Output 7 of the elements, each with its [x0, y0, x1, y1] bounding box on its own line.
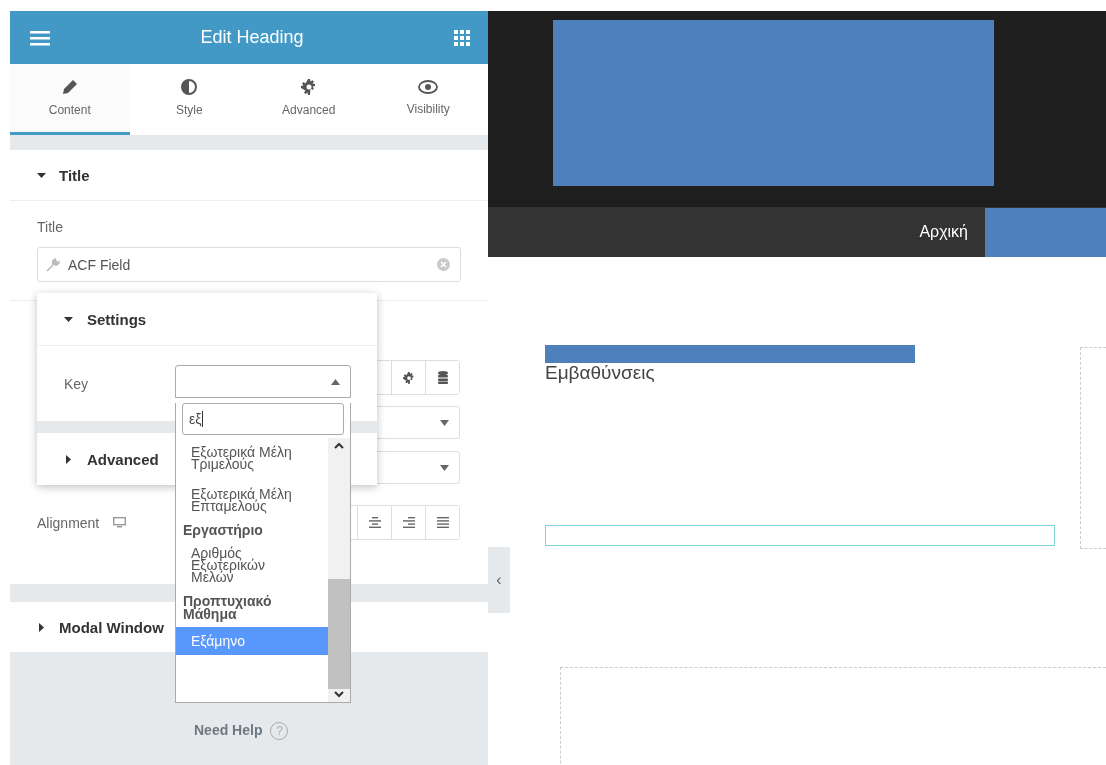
field-label: Title — [37, 219, 64, 235]
page-heading: Εμβαθύνσεις — [545, 362, 655, 384]
field-label: Alignment — [37, 514, 100, 531]
panel-title: Edit Heading — [200, 27, 304, 48]
option-group-label: Προπτυχιακό Μάθημα — [182, 592, 273, 624]
field-label: Key — [64, 375, 89, 392]
option-group-label: Εργαστήριο — [182, 521, 264, 540]
